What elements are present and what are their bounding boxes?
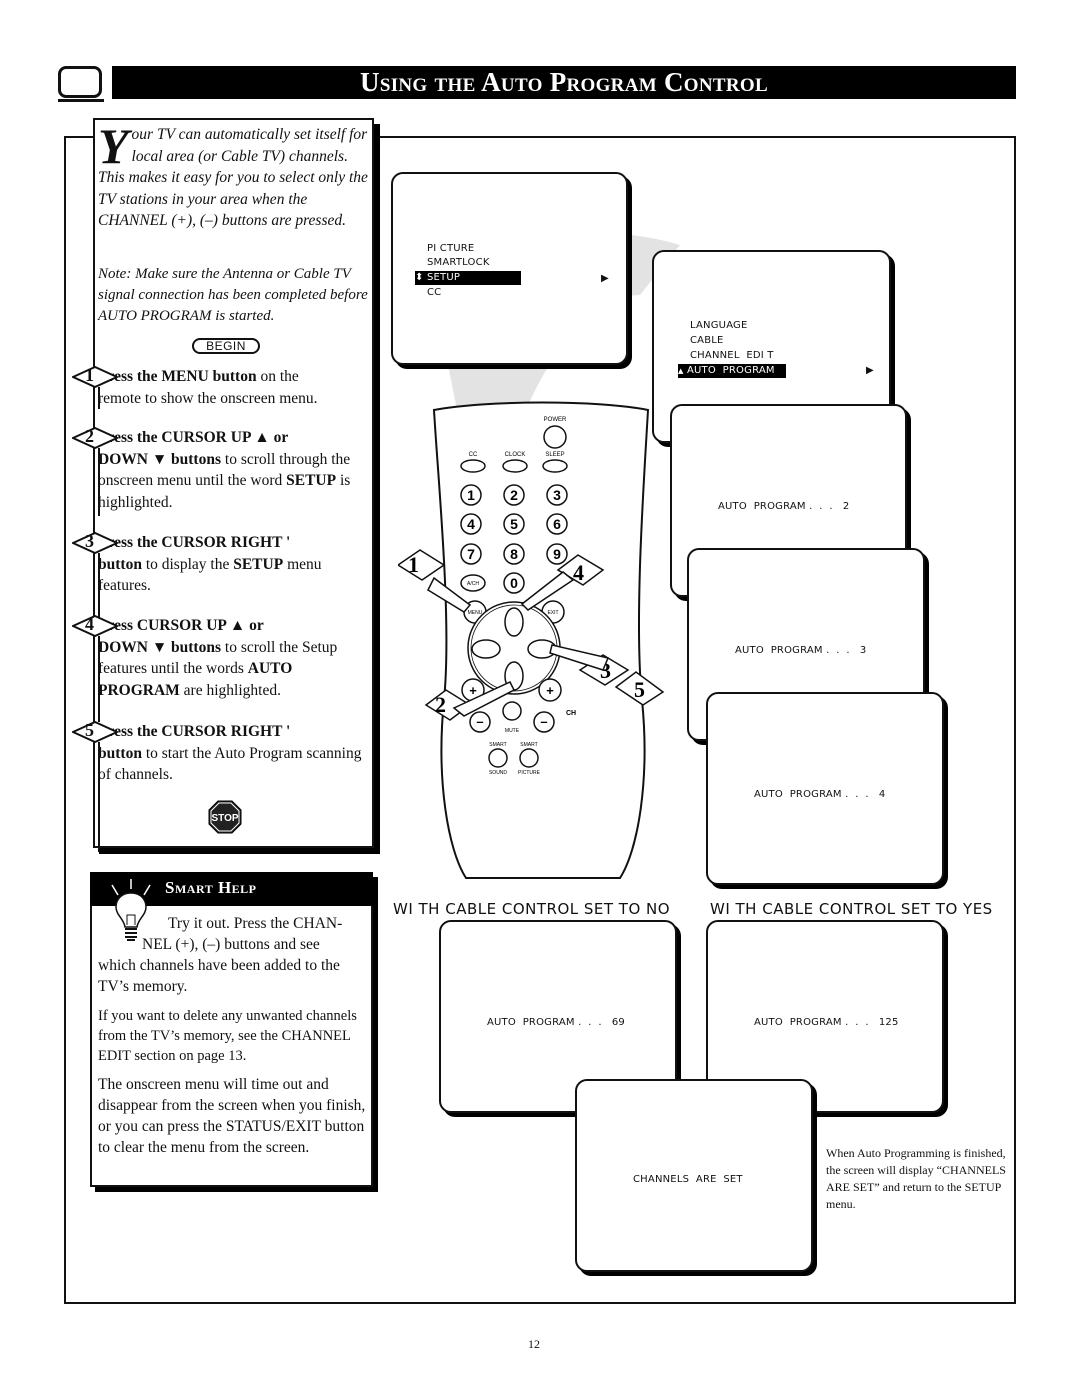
auto-program-status: AUTO PROGRAM . . . 4 xyxy=(754,789,886,800)
svg-text:5: 5 xyxy=(510,516,518,532)
stop-sign-icon: STOP xyxy=(208,800,242,834)
cable-no-label: WI TH CABLE CONTROL SET TO NO xyxy=(393,900,671,918)
step-number-badge: 4 xyxy=(70,614,120,638)
setup-item-cable: CABLE xyxy=(690,335,724,346)
step-number-badge: 5 xyxy=(70,720,120,744)
smart-help-channel-edit-note: If you want to delete any unwanted chann… xyxy=(98,1008,357,1064)
setup-item-language: LANGUAGE xyxy=(690,320,748,331)
step-body: button to start the Auto Program scannin… xyxy=(98,744,362,784)
svg-text:–: – xyxy=(540,714,547,729)
svg-text:0: 0 xyxy=(510,575,518,591)
channels-set-message: CHANNELS ARE SET xyxy=(633,1174,743,1185)
svg-text:7: 7 xyxy=(467,546,475,562)
begin-badge: BEGIN xyxy=(192,338,260,354)
svg-text:A/CH: A/CH xyxy=(467,581,479,587)
right-arrow-icon: ▶ xyxy=(866,365,874,376)
svg-text:SLEEP: SLEEP xyxy=(545,452,564,458)
setup-item-auto-program-highlighted: ▲ AUTO PROGRAM xyxy=(678,364,786,378)
svg-text:6: 6 xyxy=(553,516,561,532)
menu-item-setup-highlighted: ⬍ SETUP xyxy=(415,271,521,285)
remote-control: POWER CC CLOCK SLEEP 1 2 3 4 5 6 7 8 9 0… xyxy=(398,401,665,879)
svg-text:CLOCK: CLOCK xyxy=(505,452,526,458)
svg-text:–: – xyxy=(476,714,483,729)
intro-text: our TV can automatically set itself for … xyxy=(98,126,368,229)
menu-item-smartlock: SMARTLOCK xyxy=(427,257,490,268)
up-arrow-icon: ▲ xyxy=(678,367,684,375)
step-number-badge: 2 xyxy=(70,426,120,450)
step-5: 5 Press the CURSOR RIGHT ' button to sta… xyxy=(70,720,368,852)
svg-text:1: 1 xyxy=(467,487,475,503)
smart-help-title: Smart Help xyxy=(165,878,257,897)
svg-text:3: 3 xyxy=(553,487,561,503)
smart-picture-button[interactable] xyxy=(519,748,539,768)
step-2: 2 Press the CURSOR UP ▲ or DOWN ▼ button… xyxy=(70,426,368,516)
clock-button[interactable] xyxy=(502,459,528,473)
svg-text:SOUND: SOUND xyxy=(489,770,507,776)
step-3: 3 Press the CURSOR RIGHT ' button to dis… xyxy=(70,531,368,619)
menu-item-cc: CC xyxy=(427,287,442,298)
svg-text:MUTE: MUTE xyxy=(505,728,520,734)
tv-screen-channels-set: CHANNELS ARE SET xyxy=(575,1079,813,1272)
svg-text:SMART: SMART xyxy=(489,742,506,748)
svg-text:1: 1 xyxy=(408,552,419,577)
step-number-badge: 1 xyxy=(70,365,120,389)
mute-button[interactable] xyxy=(502,701,522,721)
step-4: 4 Press CURSOR UP ▲ or DOWN ▼ buttons to… xyxy=(70,614,368,722)
svg-text:STOP: STOP xyxy=(211,813,238,824)
step-1: 1 Press the MENU button on the remote to… xyxy=(70,365,368,409)
tv-screen-progress-4: AUTO PROGRAM . . . 4 xyxy=(706,692,944,885)
step-body: remote to show the onscreen menu. xyxy=(98,389,318,407)
cable-yes-label: WI TH CABLE CONTROL SET TO YES xyxy=(710,900,993,918)
auto-program-status: AUTO PROGRAM . . . 3 xyxy=(735,645,867,656)
setup-item-channel-edit: CHANNEL EDI T xyxy=(690,350,774,361)
svg-text:8: 8 xyxy=(510,546,518,562)
smart-help-timeout-note: The onscreen menu will time out and disa… xyxy=(98,1076,366,1156)
intro-paragraph: Your TV can automatically set itself for… xyxy=(98,118,370,232)
smart-sound-button[interactable] xyxy=(488,748,508,768)
svg-text:+: + xyxy=(546,683,554,698)
up-down-arrows-icon: ⬍ xyxy=(415,272,424,283)
auto-program-status: AUTO PROGRAM . . . 69 xyxy=(487,1017,625,1028)
svg-text:EXIT: EXIT xyxy=(547,610,558,616)
svg-text:+: + xyxy=(469,683,477,698)
sleep-button[interactable] xyxy=(542,459,568,473)
right-arrow-icon: ▶ xyxy=(601,273,609,284)
tv-icon xyxy=(58,66,102,98)
svg-text:2: 2 xyxy=(435,692,446,717)
svg-text:4: 4 xyxy=(573,560,584,585)
power-button[interactable] xyxy=(543,425,567,449)
svg-text:SMART: SMART xyxy=(520,742,537,748)
cursor-left-button[interactable] xyxy=(471,639,501,659)
step-body: DOWN ▼ buttons to scroll the Setup featu… xyxy=(98,638,338,699)
svg-text:CC: CC xyxy=(469,452,478,458)
intro-note: Note: Make sure the Antenna or Cable TV … xyxy=(98,266,368,324)
svg-text:2: 2 xyxy=(510,487,518,503)
callout-1 xyxy=(398,549,446,581)
svg-text:4: 4 xyxy=(467,516,475,532)
tv-icon-base xyxy=(58,99,104,102)
auto-program-status: AUTO PROGRAM . . . 125 xyxy=(754,1017,899,1028)
cc-button[interactable] xyxy=(460,459,486,473)
tv-screen-main-menu: PI CTURE SMARTLOCK ⬍ SETUP CC ▶ xyxy=(391,172,628,365)
power-label: POWER xyxy=(544,417,567,423)
svg-text:PICTURE: PICTURE xyxy=(518,770,541,776)
svg-text:9: 9 xyxy=(553,546,561,562)
svg-text:5: 5 xyxy=(634,677,645,702)
smart-help-tip: Try it out. Press the CHAN- NEL (+), (–)… xyxy=(98,915,343,995)
step-body: DOWN ▼ buttons to scroll through the ons… xyxy=(98,450,351,511)
svg-text:CH: CH xyxy=(566,710,576,717)
page-number: 12 xyxy=(528,1337,540,1351)
menu-item-picture: PI CTURE xyxy=(427,243,475,254)
final-caption: When Auto Programming is finished, the s… xyxy=(826,1146,1006,1211)
svg-text:MENU: MENU xyxy=(468,610,483,616)
step-body: button to display the SETUP menu feature… xyxy=(98,555,322,595)
auto-program-status: AUTO PROGRAM . . . 2 xyxy=(718,501,850,512)
drop-cap: Y xyxy=(98,118,129,174)
page-title: Using the Auto Program Control xyxy=(112,66,1016,99)
cursor-up-button[interactable] xyxy=(504,607,524,637)
step-number-badge: 3 xyxy=(70,531,120,555)
